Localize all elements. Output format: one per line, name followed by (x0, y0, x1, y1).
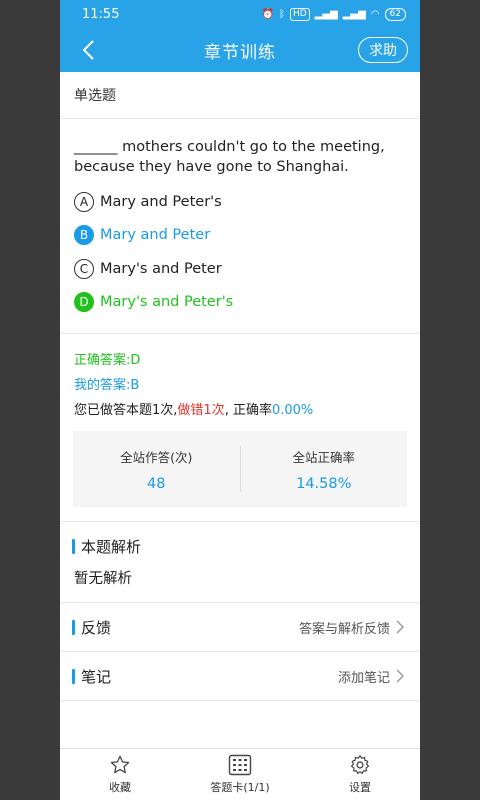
option-letter: C (74, 258, 94, 279)
notes-row[interactable]: 笔记 添加笔记 (60, 652, 420, 700)
stats-mid: , 正确率 (224, 403, 272, 418)
status-time: 11:55 (82, 6, 120, 22)
answer-summary: 正确答案:D 我的答案:B 您已做答本题1次,做错1次, 正确率0.00% (60, 334, 420, 423)
feedback-action-label: 答案与解析反馈 (298, 621, 390, 637)
notes-action-label: 添加笔记 (337, 670, 390, 686)
option-text: Mary's and Peter's (100, 294, 234, 311)
site-attempts: 全站作答(次) 48 (73, 447, 240, 492)
bottom-tab-bar: 收藏 答题卡(1/1) 设置 (60, 748, 420, 800)
chevron-right-icon (396, 620, 404, 634)
option-letter: B (74, 225, 94, 246)
analysis-title: 本题解析 (81, 538, 142, 556)
divider (60, 700, 420, 701)
site-rate: 全站正确率 14.58% (241, 447, 408, 492)
option-a[interactable]: A Mary and Peter's (74, 185, 406, 219)
section-bar (72, 539, 75, 554)
feedback-title: 反馈 (81, 618, 112, 637)
feedback-header: 反馈 (72, 617, 111, 638)
analysis-body: 暂无解析 (74, 571, 132, 587)
notes-title: 笔记 (81, 667, 112, 686)
grid-card-icon (228, 754, 252, 776)
site-stats-box: 全站作答(次) 48 全站正确率 14.58% (73, 431, 407, 507)
bluetooth-icon: ᛒ (278, 8, 285, 20)
site-attempts-label: 全站作答(次) (120, 449, 193, 465)
tab-favorite-label: 收藏 (109, 781, 131, 794)
page-title: 章节训练 (204, 42, 276, 63)
wifi-icon: ◠ (370, 8, 380, 20)
option-text: Mary's and Peter (100, 260, 222, 277)
feedback-row[interactable]: 反馈 答案与解析反馈 (60, 603, 420, 651)
status-bar: 11:55 ⏰ ᛒ HD ▂▄▆ ▂▄▆ ◠ 62 (60, 0, 420, 28)
signal-icon-2: ▂▄▆ (342, 8, 366, 20)
options-list: A Mary and Peter's B Mary and Peter C Ma… (60, 177, 420, 319)
option-text: Mary and Peter's (100, 193, 222, 210)
status-icons: ⏰ ᛒ HD ▂▄▆ ▂▄▆ ◠ 62 (261, 7, 406, 21)
analysis-section: 本题解析 暂无解析 (60, 522, 420, 598)
tab-answer-card-label: 答题卡(1/1) (210, 781, 270, 794)
section-bar (72, 668, 75, 684)
site-rate-value: 14.58% (296, 475, 352, 492)
personal-stats: 您已做答本题1次,做错1次, 正确率0.00% (74, 398, 406, 423)
back-arrow-icon (82, 40, 94, 60)
tab-settings-label: 设置 (349, 781, 371, 794)
tab-answer-card[interactable]: 答题卡(1/1) (180, 749, 300, 800)
battery-indicator: 62 (384, 7, 406, 21)
stats-rate: 0.00% (271, 403, 314, 418)
notes-header: 笔记 (72, 666, 111, 687)
app-header: 章节训练 求助 (60, 28, 420, 72)
option-text: Mary and Peter (100, 227, 211, 244)
back-button[interactable] (76, 38, 100, 62)
option-b[interactable]: B Mary and Peter (74, 219, 406, 253)
option-letter: D (74, 292, 94, 313)
star-icon (110, 755, 130, 774)
chevron-right-icon (396, 669, 404, 683)
help-button[interactable]: 求助 (358, 37, 408, 63)
network-badge: HD (289, 7, 310, 21)
notes-action[interactable]: 添加笔记 (338, 667, 404, 686)
section-bar (72, 619, 75, 635)
gear-icon (350, 755, 370, 775)
question-type: 单选题 (74, 88, 116, 104)
site-rate-label: 全站正确率 (292, 449, 355, 465)
stats-prefix: 您已做答本题1次, (74, 403, 178, 418)
option-letter: A (74, 191, 94, 212)
phone-screen: 11:55 ⏰ ᛒ HD ▂▄▆ ▂▄▆ ◠ 62 章节训练 求助 单选题 __… (60, 0, 420, 800)
tab-favorite[interactable]: 收藏 (60, 749, 180, 800)
stats-wrong: 做错1次 (177, 403, 225, 418)
option-c[interactable]: C Mary's and Peter (74, 252, 406, 286)
tab-settings[interactable]: 设置 (300, 749, 420, 800)
option-d[interactable]: D Mary's and Peter's (74, 286, 406, 320)
question-text: ______ mothers couldn't go to the meetin… (74, 139, 385, 175)
correct-answer: 正确答案:D (74, 353, 141, 368)
site-attempts-value: 48 (147, 475, 166, 492)
signal-icon: ▂▄▆ (314, 8, 338, 20)
feedback-action[interactable]: 答案与解析反馈 (299, 618, 404, 637)
analysis-header: 本题解析 (60, 536, 420, 557)
my-answer: 我的答案:B (74, 378, 140, 393)
alarm-icon: ⏰ (261, 8, 274, 20)
